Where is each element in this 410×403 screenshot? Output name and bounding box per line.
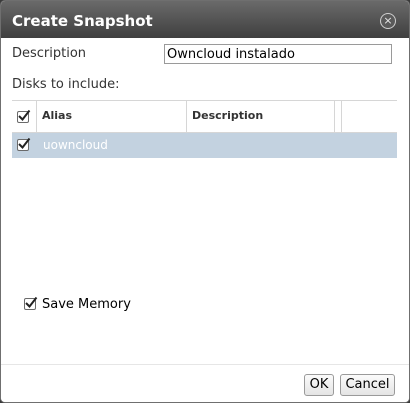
description-label: Description [12,46,87,61]
column-header-alias-label: Alias [42,109,73,122]
cancel-button[interactable]: Cancel [340,374,395,396]
disk-alias: uowncloud [43,138,108,152]
save-memory-checkbox[interactable] [24,296,38,310]
column-header-alias[interactable]: Alias [36,101,185,132]
select-all-checkbox[interactable] [17,109,31,123]
column-header-extra [341,101,398,132]
create-snapshot-dialog: Create Snapshot × Description Disks to i… [0,0,410,403]
dialog-titlebar: Create Snapshot × [1,1,409,38]
column-header-description[interactable]: Description [186,101,333,132]
save-memory-label: Save Memory [42,297,131,312]
disks-table-header: Alias Description [12,100,397,133]
checkmark-icon [18,137,31,150]
checkmark-icon [25,296,38,309]
column-header-description-label: Description [192,109,264,122]
column-header-spacer [334,101,340,132]
disks-to-include-label: Disks to include: [12,77,120,92]
close-button[interactable]: × [380,13,396,29]
description-input[interactable] [164,44,392,64]
disk-checkbox[interactable] [17,137,31,151]
dialog-title: Create Snapshot [12,12,153,30]
dialog-body: Description Disks to include: Alias Desc… [1,38,409,364]
close-icon: × [383,14,393,27]
ok-button[interactable]: OK [304,374,334,396]
table-row[interactable]: uowncloud [12,133,397,158]
dialog-footer: OK Cancel [1,364,409,402]
checkmark-icon [18,109,31,122]
